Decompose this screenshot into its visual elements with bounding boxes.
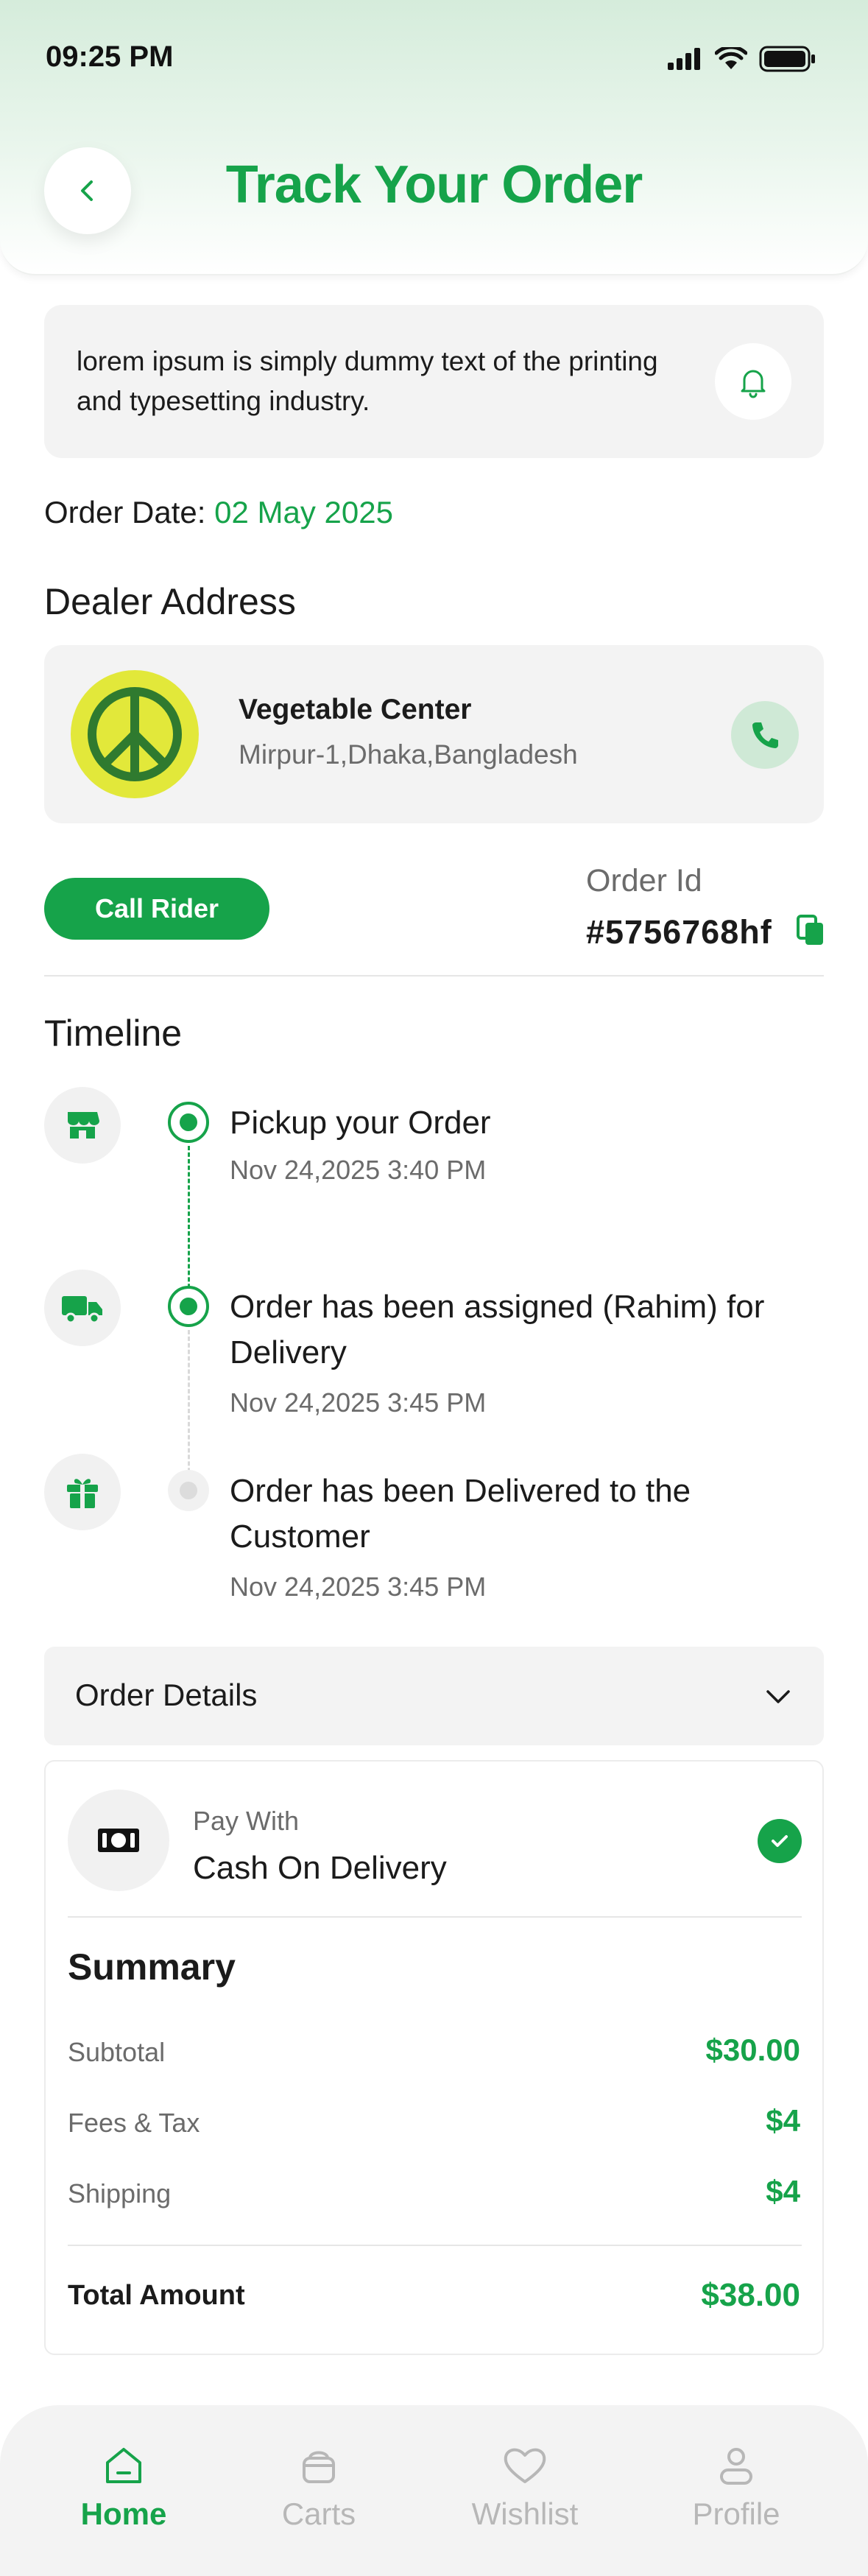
subtotal-value: $30.00 — [705, 2033, 800, 2067]
summary-title: Summary — [68, 1946, 236, 1988]
nav-wishlist-label: Wishlist — [471, 2496, 579, 2531]
dealer-card: Vegetable Center Mirpur-1,Dhaka,Banglade… — [44, 645, 824, 823]
timeline-event-title: Pickup your Order — [230, 1105, 491, 1141]
dealer-section-title: Dealer Address — [44, 581, 296, 622]
timeline-event-title: Order has been Delivered to the Customer — [230, 1473, 691, 1555]
heart-icon — [504, 2448, 546, 2483]
timeline-section-title: Timeline — [44, 1013, 183, 1054]
cart-icon — [303, 2451, 335, 2483]
timeline-connector — [188, 1330, 190, 1492]
notice-text: lorem ipsum is simply dummy text of the … — [77, 346, 658, 416]
truck-icon — [62, 1296, 102, 1324]
battery-icon — [759, 46, 815, 72]
store-icon — [68, 1112, 99, 1139]
subtotal-label: Subtotal — [68, 2037, 166, 2067]
profile-icon — [720, 2448, 752, 2485]
notice-card: lorem ipsum is simply dummy text of the … — [44, 305, 824, 458]
signal-icon — [668, 48, 700, 70]
payment-method-icon — [68, 1790, 169, 1891]
bell-icon — [741, 370, 766, 398]
nav-carts[interactable]: Carts — [230, 2443, 407, 2532]
timeline-event-time: Nov 24,2025 3:40 PM — [230, 1155, 487, 1185]
shipping-label: Shipping — [68, 2178, 172, 2209]
total-amount-label: Total Amount — [68, 2280, 245, 2311]
dealer-name: Vegetable Center — [239, 694, 472, 725]
phone-icon — [752, 722, 778, 748]
nav-carts-label: Carts — [281, 2496, 356, 2531]
order-details-toggle[interactable]: Order Details — [44, 1647, 824, 1745]
order-date: Order Date: 02 May 2025 — [44, 495, 393, 530]
shipping-value: $4 — [766, 2174, 800, 2209]
copy-order-id-button[interactable] — [795, 913, 826, 951]
nav-profile-label: Profile — [692, 2496, 780, 2531]
gift-icon — [67, 1479, 98, 1508]
nav-profile[interactable]: Profile — [648, 2443, 825, 2532]
timeline-connector — [188, 1146, 190, 1308]
timeline-event-icon — [44, 1270, 121, 1346]
order-id-value: #5756768hf — [586, 913, 772, 951]
home-icon — [106, 2448, 141, 2483]
pay-with-label: Pay With — [193, 1806, 300, 1836]
timeline-dot-pending — [168, 1470, 209, 1511]
cash-icon — [98, 1829, 139, 1852]
timeline-dot-done — [168, 1286, 209, 1327]
timeline-event-time: Nov 24,2025 3:45 PM — [230, 1387, 487, 1418]
order-id-label: Order Id — [586, 863, 702, 898]
nav-home-label: Home — [80, 2496, 167, 2531]
page-title: Track Your Order — [225, 155, 643, 214]
total-amount-value: $38.00 — [701, 2277, 800, 2313]
check-icon — [772, 1835, 788, 1847]
timeline-event-icon — [44, 1087, 121, 1164]
status-icons — [668, 46, 816, 72]
notification-button[interactable] — [715, 343, 791, 420]
pay-with-value: Cash On Delivery — [193, 1850, 447, 1886]
timeline-dot-done — [168, 1102, 209, 1143]
order-details-label: Order Details — [75, 1678, 258, 1712]
timeline-event-time: Nov 24,2025 3:45 PM — [230, 1572, 487, 1602]
divider — [68, 2245, 802, 2246]
fees-tax-value: $4 — [766, 2103, 800, 2138]
call-rider-button[interactable]: Call Rider — [44, 878, 269, 940]
fees-tax-label: Fees & Tax — [68, 2108, 200, 2138]
header: 09:25 PM Track Your Order — [0, 0, 868, 275]
timeline-event-icon — [44, 1454, 121, 1530]
copy-icon — [797, 915, 823, 945]
wifi-icon — [715, 47, 747, 69]
dealer-address: Mirpur-1,Dhaka,Bangladesh — [239, 739, 578, 770]
nav-wishlist[interactable]: Wishlist — [437, 2443, 613, 2532]
divider — [44, 975, 824, 976]
peace-sign-icon — [88, 687, 182, 781]
chevron-down-icon — [766, 1690, 790, 1703]
status-time: 09:25 PM — [46, 41, 174, 73]
divider — [68, 1916, 802, 1918]
order-date-label: Order Date: — [44, 495, 206, 529]
timeline-event-title: Order has been assigned (Rahim) for Deli… — [230, 1289, 765, 1370]
payment-selected-badge — [758, 1819, 802, 1863]
bottom-nav: Home Carts Wishlist Profile — [0, 2405, 868, 2576]
dealer-logo — [71, 670, 199, 798]
order-details-card: Pay With Cash On Delivery Summary Subtot… — [44, 1760, 824, 2355]
order-date-value: 02 May 2025 — [214, 495, 393, 529]
nav-home[interactable]: Home — [35, 2443, 212, 2532]
call-dealer-button[interactable] — [731, 701, 799, 769]
